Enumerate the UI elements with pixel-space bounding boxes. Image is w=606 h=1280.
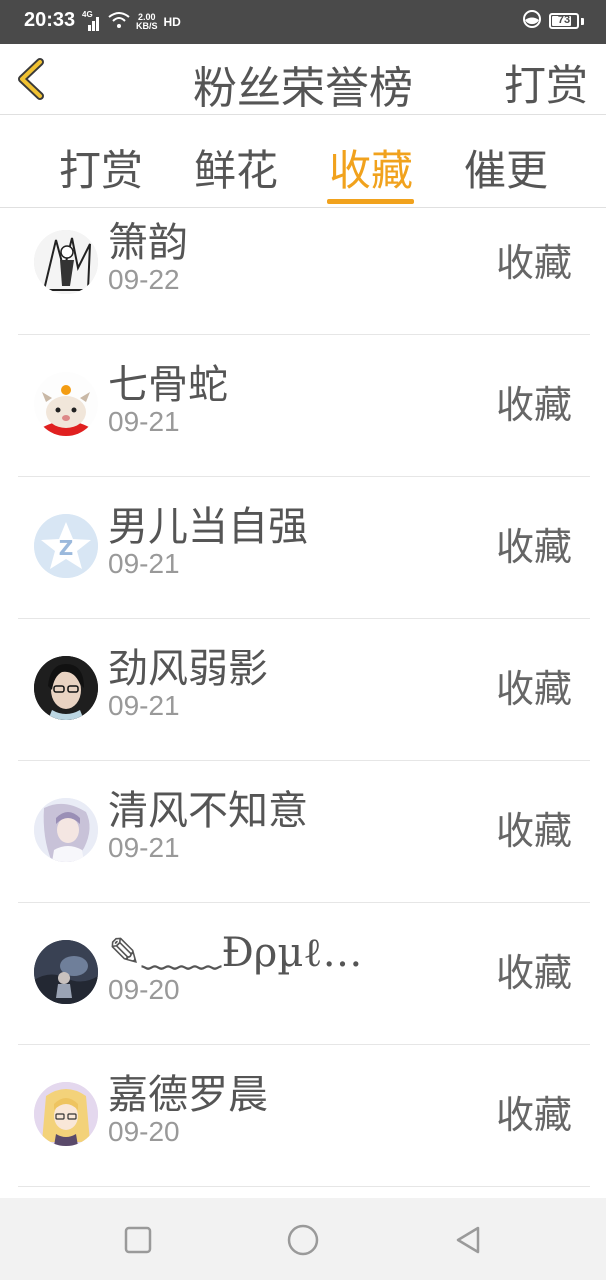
- list-item[interactable]: 劲风弱影 09-21 收藏: [18, 618, 590, 761]
- favorite-date: 09-21: [108, 548, 180, 579]
- user-name: 七骨蛇: [108, 362, 228, 408]
- triangle-back-icon: [456, 1226, 480, 1254]
- list-item[interactable]: 箫韵 09-22 收藏: [18, 192, 590, 335]
- action-label: 收藏: [495, 1093, 572, 1137]
- status-bar: 20:33 4G 2.00 KB/S HD 73: [0, 0, 606, 44]
- avatar: [34, 372, 98, 436]
- favorite-date: 09-20: [108, 1116, 180, 1147]
- status-right: 73: [523, 10, 584, 32]
- avatar: [34, 1082, 98, 1146]
- avatar: Z: [34, 514, 98, 578]
- favorite-date: 09-21: [108, 690, 180, 721]
- action-label: 收藏: [495, 809, 572, 853]
- reward-button[interactable]: 打赏: [504, 52, 588, 113]
- network-type: 4G: [82, 10, 93, 19]
- list-item[interactable]: 清风不知意 09-21 收藏: [18, 760, 590, 903]
- avatar: [34, 230, 98, 294]
- favorite-date: 09-21: [108, 406, 180, 437]
- tab-flowers[interactable]: 鲜花: [181, 137, 291, 198]
- avatar: [34, 656, 98, 720]
- tab-reward[interactable]: 打赏: [46, 137, 156, 198]
- battery-icon: 73: [549, 13, 579, 29]
- action-label: 收藏: [495, 667, 572, 711]
- action-label: 收藏: [495, 383, 572, 427]
- app-header: 粉丝荣誉榜 打赏: [0, 44, 606, 115]
- battery-level: 73: [557, 14, 571, 26]
- user-name: 箫韵: [108, 220, 188, 266]
- hd-indicator: HD: [163, 15, 181, 29]
- action-label: 收藏: [495, 525, 572, 569]
- network-speed-unit: KB/S: [136, 21, 158, 31]
- list-item[interactable]: ✎﹏﹏Ɖρµℓ… 09-20 收藏: [18, 902, 590, 1045]
- list-item[interactable]: 嘉德罗晨 09-20 收藏: [18, 1044, 590, 1187]
- avatar: [34, 798, 98, 862]
- signal-icon: 4G: [82, 10, 102, 31]
- user-name: 清风不知意: [108, 788, 308, 834]
- circle-icon: [287, 1224, 319, 1256]
- svg-text:Z: Z: [59, 536, 74, 560]
- back-nav-button[interactable]: [448, 1220, 488, 1260]
- tab-favorites[interactable]: 收藏: [316, 137, 426, 198]
- user-name: 男儿当自强: [108, 504, 308, 550]
- user-name: 嘉德罗晨: [108, 1072, 268, 1118]
- user-name: 劲风弱影: [108, 646, 268, 692]
- home-button[interactable]: [283, 1220, 323, 1260]
- favorite-date: 09-21: [108, 832, 180, 863]
- square-icon: [124, 1226, 152, 1254]
- status-icons: 4G 2.00 KB/S HD: [82, 10, 181, 34]
- action-label: 收藏: [495, 951, 572, 995]
- recent-apps-button[interactable]: [118, 1220, 158, 1260]
- list-item[interactable]: Z 男儿当自强 09-21 收藏: [18, 476, 590, 619]
- wifi-icon: [108, 11, 130, 33]
- favorite-date: 09-20: [108, 974, 180, 1005]
- status-time: 20:33: [24, 9, 76, 31]
- system-nav-bar: [0, 1198, 606, 1280]
- tab-urge-update[interactable]: 催更: [451, 137, 561, 198]
- user-name: ✎﹏﹏Ɖρµℓ…: [108, 930, 363, 976]
- network-speed: 2.00 KB/S: [136, 13, 158, 31]
- list-item[interactable]: 七骨蛇 09-21 收藏: [18, 334, 590, 477]
- data-saver-icon: [523, 10, 541, 32]
- avatar: [34, 940, 98, 1004]
- action-label: 收藏: [495, 241, 572, 285]
- favorite-date: 09-22: [108, 264, 180, 295]
